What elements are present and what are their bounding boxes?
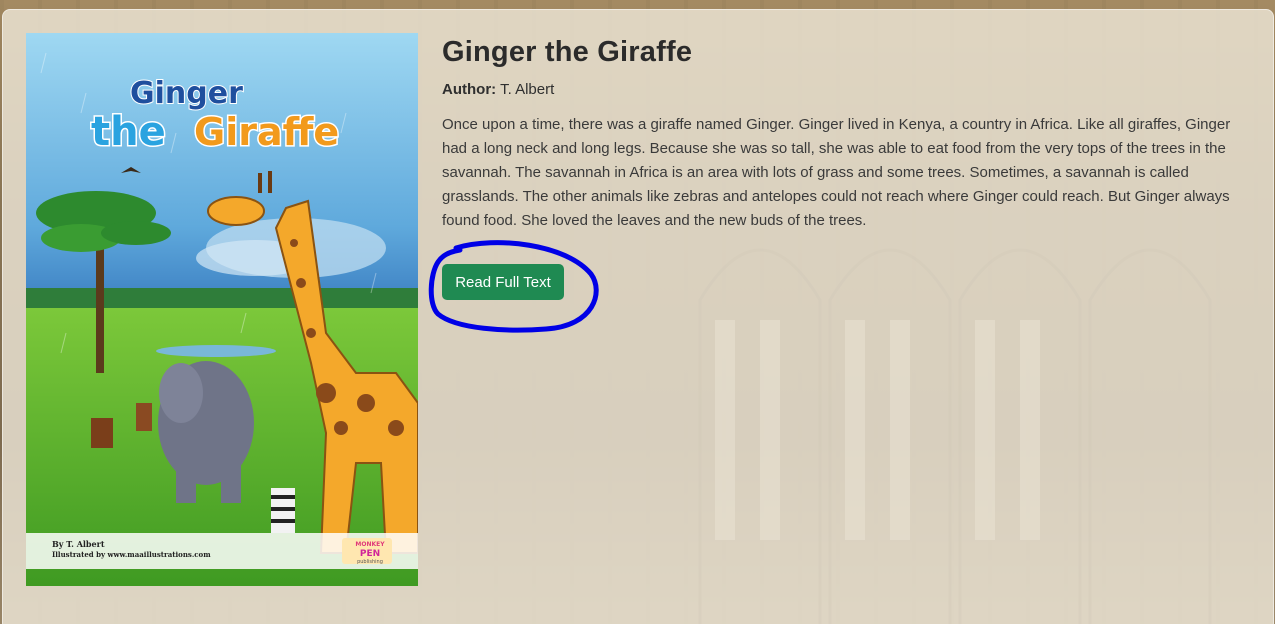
author-label: Author: <box>442 81 497 98</box>
publisher-logo: MONKEY PEN publishing <box>342 538 392 565</box>
cover-title-the: the <box>91 109 166 155</box>
author-name: T. Albert <box>500 81 555 98</box>
book-author: Author: T. Albert <box>442 81 1242 98</box>
book-details: Ginger the Giraffe Author: T. Albert Onc… <box>442 36 1242 233</box>
cover-title-giraffe: Giraffe <box>194 110 339 154</box>
cover-illustration: Ginger the Giraffe By T. Albert Illustra… <box>26 33 418 586</box>
book-cover-image: Ginger the Giraffe By T. Albert Illustra… <box>26 33 418 586</box>
svg-text:MONKEY: MONKEY <box>355 541 385 548</box>
svg-text:publishing: publishing <box>357 559 383 565</box>
read-full-text-button[interactable]: Read Full Text <box>442 264 564 300</box>
svg-text:PEN: PEN <box>360 549 380 559</box>
cover-title-line1: Ginger <box>130 76 243 111</box>
cover-by-line: By T. Albert <box>52 539 105 549</box>
book-description: Once upon a time, there was a giraffe na… <box>442 116 1231 229</box>
book-title: Ginger the Giraffe <box>442 36 693 68</box>
cover-illustrated-line: Illustrated by www.maaillustrations.com <box>52 550 211 559</box>
